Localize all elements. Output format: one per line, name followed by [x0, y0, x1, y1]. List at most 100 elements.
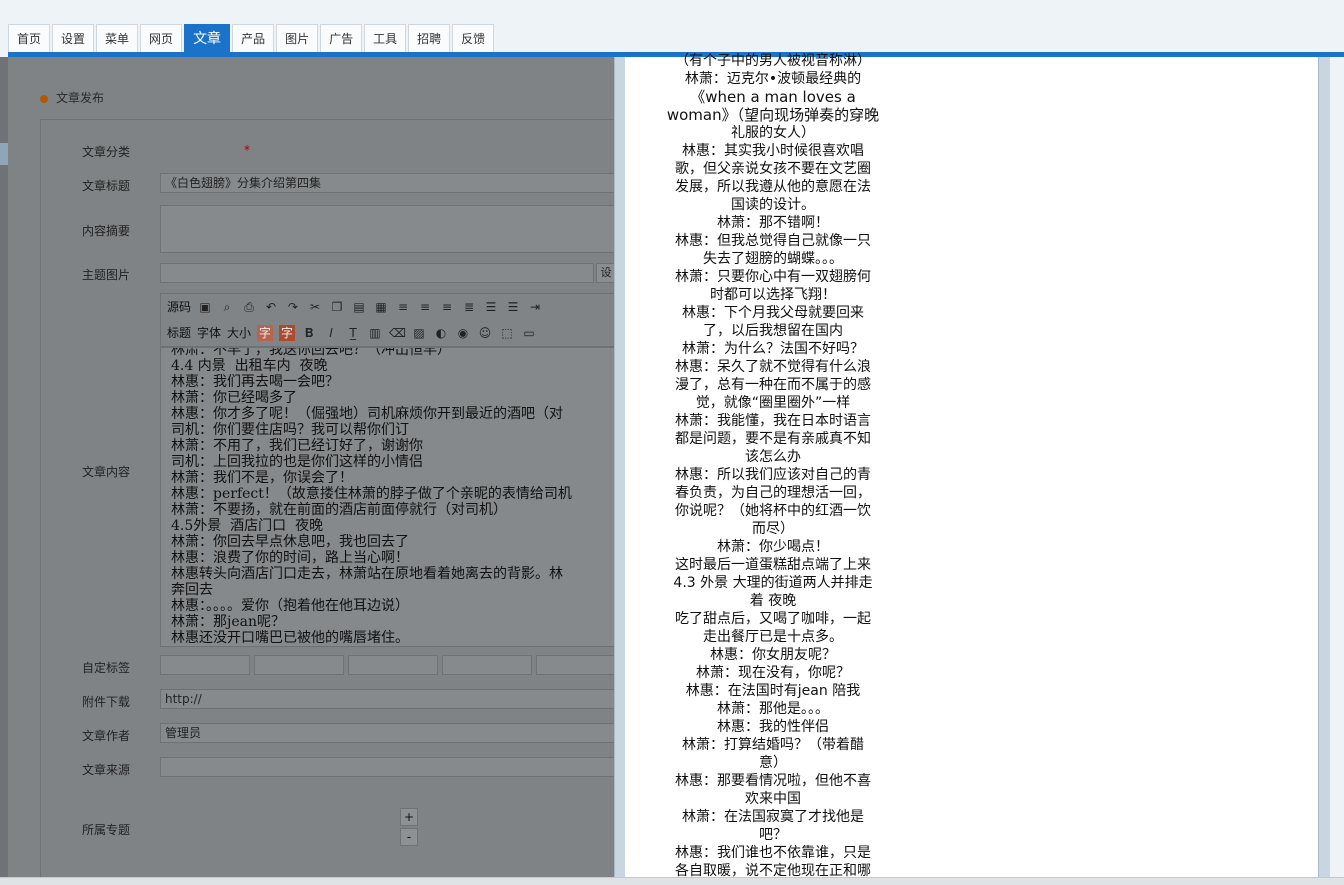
editor-line: 林萧：你回去早点休息吧，我也回去了: [171, 534, 409, 550]
preview-line: 林萧：迈克尔•波顿最经典的: [684, 71, 862, 87]
label-author: 文章作者: [82, 729, 131, 743]
preview-line: 吃了甜点后，又喝了咖啡，一起: [675, 611, 871, 627]
preview-line: 《when a man loves a: [690, 88, 856, 106]
preview-line: 林惠：其实我小时候很喜欢唱: [682, 143, 864, 159]
editor-line: 林萧：你已经喝多了: [171, 390, 297, 406]
topic-add-button[interactable]: +: [400, 808, 418, 826]
preview-line: 发展，所以我遵从他的意愿在法: [675, 179, 871, 195]
align-left-icon[interactable]: ≡: [395, 299, 411, 315]
flash-icon[interactable]: ◐: [433, 325, 449, 341]
font-color-icon[interactable]: 字: [257, 324, 274, 341]
tab-8[interactable]: 工具: [364, 24, 407, 52]
source-button[interactable]: 源码: [167, 298, 191, 315]
underline-icon[interactable]: T̲: [345, 325, 361, 341]
tag-input-1[interactable]: [160, 655, 250, 675]
editor-line: 林肃：不早了，我送你回去吧？（冲出恒早）: [171, 347, 451, 358]
top-nav: 首页 设置 菜单 网页 文章 产品 图片 广告 工具 招聘 反馈: [0, 0, 1344, 57]
tab-6[interactable]: 图片: [276, 24, 319, 52]
preview-line: 你说呢？（她将杯中的红酒一饮: [675, 503, 871, 519]
editor-line: 林惠转头向酒店门口走去，林萧站在原地看着她离去的背影。林: [171, 566, 563, 582]
tag-input-5[interactable]: [536, 655, 614, 675]
topic-remove-button[interactable]: -: [400, 828, 418, 846]
preview-icon[interactable]: ▣: [197, 299, 213, 315]
eraser-icon[interactable]: ⌫: [389, 325, 406, 341]
ordered-list-icon[interactable]: ☰: [483, 299, 499, 315]
tab-3[interactable]: 网页: [140, 24, 183, 52]
print-icon[interactable]: ⎙: [241, 299, 257, 315]
preview-scrollbar[interactable]: [1318, 57, 1330, 877]
size-button[interactable]: 大小: [227, 324, 251, 341]
preview-line: 林萧：现在没有，你呢？: [696, 665, 850, 681]
anchor-icon[interactable]: ⬚: [499, 325, 515, 341]
tab-2[interactable]: 菜单: [96, 24, 139, 52]
author-input[interactable]: 管理员: [160, 723, 614, 743]
source-input[interactable]: [160, 757, 614, 777]
editor-line: 林惠：浪费了你的时间，路上当心啊！: [171, 550, 409, 566]
tag-input-4[interactable]: [442, 655, 532, 675]
italic-icon[interactable]: 𝐼: [323, 325, 339, 341]
label-attachment: 附件下载: [82, 695, 131, 709]
sidebar-marker: [0, 143, 8, 165]
preview-content: （有个子中的男人被视音称淋） 林萧：迈克尔•波顿最经典的 《when a man l…: [645, 52, 901, 880]
emoticon-icon[interactable]: ☺: [477, 325, 493, 341]
preview-edge: [1330, 57, 1344, 877]
title-input[interactable]: 《白色翅膀》分集介绍第四集: [160, 173, 614, 193]
tag-input-2[interactable]: [254, 655, 344, 675]
content-editor[interactable]: 林肃：不早了，我送你回去吧？（冲出恒早） 4.4 内景 出租车内 夜晚 林惠：我们再…: [160, 347, 614, 647]
tab-5[interactable]: 产品: [232, 24, 275, 52]
preview-line: 漫了，总有一种在而不属于的感: [675, 377, 871, 393]
toolbar-row-1: 源码 ▣ ⌕ ⎙ ↶ ↷ ✂ ❐ ▤ ▦ ≡ ≡ ≡ ≣ ☰ ☰ ⇥: [167, 298, 543, 315]
editor-line: 司机：你们要住店吗？我可以帮你们订: [171, 422, 409, 438]
image-input[interactable]: [160, 263, 594, 283]
tab-1[interactable]: 设置: [52, 24, 95, 52]
heading-button[interactable]: 标题: [167, 324, 191, 341]
align-right-icon[interactable]: ≡: [439, 299, 455, 315]
tab-7[interactable]: 广告: [320, 24, 363, 52]
label-category: 文章分类: [82, 145, 131, 159]
left-sidebar-collapsed: [0, 57, 8, 884]
tab-9[interactable]: 招聘: [408, 24, 451, 52]
attachment-input[interactable]: http://: [160, 689, 614, 709]
editor-line: 林惠：我们再去喝一会吧？: [171, 374, 339, 390]
redo-icon[interactable]: ↷: [285, 299, 301, 315]
background-color-icon[interactable]: 字: [279, 324, 296, 341]
summary-textarea[interactable]: [160, 205, 614, 253]
tab-10[interactable]: 反馈: [452, 24, 495, 52]
justify-icon[interactable]: ≣: [461, 299, 477, 315]
paste-icon[interactable]: ▤: [351, 299, 367, 315]
image-icon[interactable]: ▨: [411, 325, 427, 341]
tag-fields: [160, 655, 614, 675]
preview-line: 了，以后我想留在国内: [703, 323, 843, 339]
image-select-button[interactable]: 设: [596, 263, 614, 283]
bold-icon[interactable]: 𝐁: [301, 325, 317, 341]
editor-line: 林惠还没开口嘴巴已被他的嘴唇堵住。: [171, 630, 409, 646]
preview-line: 林惠：那要看情况啦，但他不喜: [675, 773, 871, 789]
editor-line: 林惠：你才多了呢！（倔强地）司机麻烦你开到最近的酒吧（对: [171, 406, 563, 422]
window-icon[interactable]: ▭: [521, 325, 537, 341]
unordered-list-icon[interactable]: ☰: [505, 299, 521, 315]
preview-line: 林萧：我能懂，我在日本时语言: [675, 413, 871, 429]
cut-icon[interactable]: ✂: [307, 299, 323, 315]
table-icon[interactable]: ▦: [373, 299, 389, 315]
preview-line: 林萧：那不错啊！: [717, 215, 829, 231]
indent-icon[interactable]: ⇥: [527, 299, 543, 315]
preview-left-border: [614, 57, 625, 877]
tab-4[interactable]: 文章: [184, 24, 231, 52]
editor-line: 司机：上回我拉的也是你们这样的小情侣: [171, 454, 423, 470]
tag-input-3[interactable]: [348, 655, 438, 675]
media-icon[interactable]: ◉: [455, 325, 471, 341]
preview-line: 4.3 外景 大理的街道两人并排走: [673, 575, 873, 591]
align-center-icon[interactable]: ≡: [417, 299, 433, 315]
undo-icon[interactable]: ↶: [263, 299, 279, 315]
tab-0[interactable]: 首页: [8, 24, 51, 52]
font-button[interactable]: 字体: [197, 324, 221, 341]
label-image: 主题图片: [82, 268, 131, 282]
label-title: 文章标题: [82, 179, 131, 193]
preview-line: woman》（望向现场弹奏的穿晚: [666, 106, 880, 124]
preview-line: 林萧：在法国寂寞了才找他是: [682, 809, 864, 825]
preview-line: 林惠：但我总觉得自己就像一只: [675, 233, 871, 249]
grid-icon[interactable]: ▥: [367, 325, 383, 341]
label-topic: 所属专题: [82, 823, 131, 837]
copy-icon[interactable]: ❐: [329, 299, 345, 315]
search-icon[interactable]: ⌕: [219, 299, 235, 315]
